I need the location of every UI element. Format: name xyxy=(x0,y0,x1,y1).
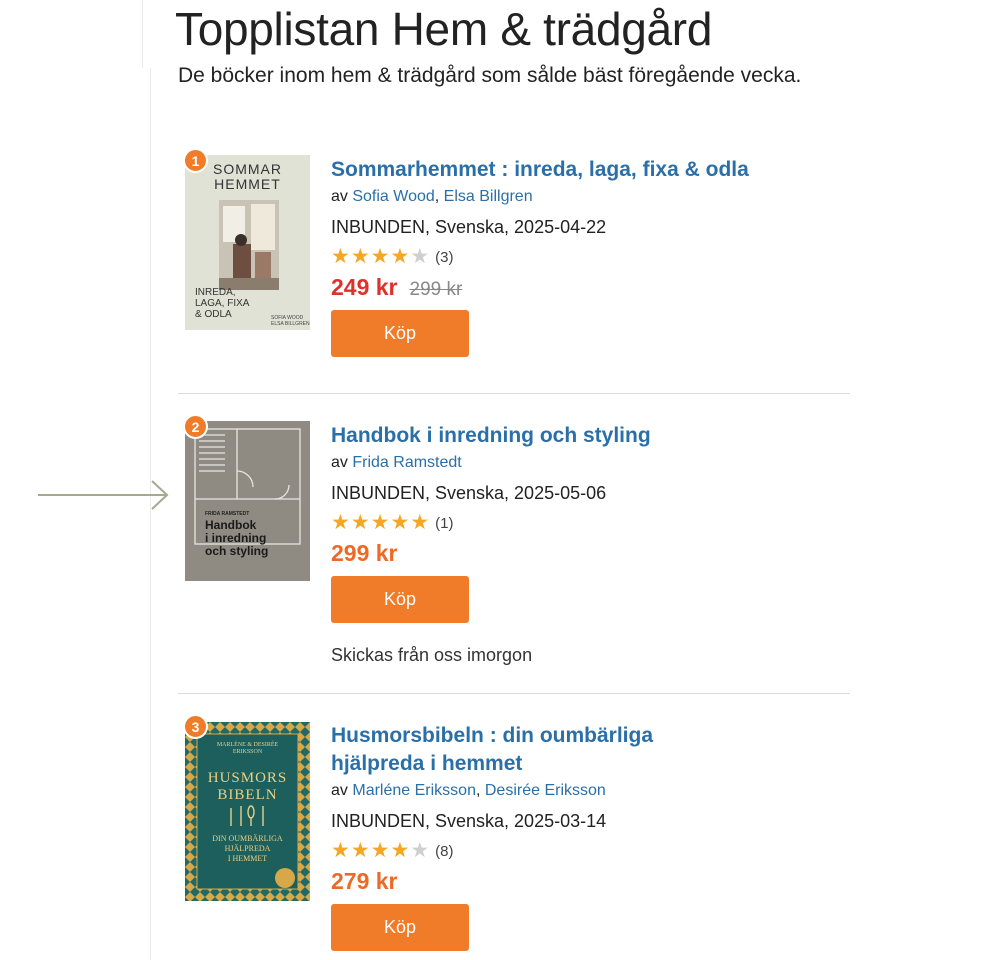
price: 279 kr xyxy=(331,868,398,894)
book-item: SOMMAR HEMMET INREDA, LAGA, FIXA & ODLA … xyxy=(178,148,850,370)
cover-author-text: SOFIA WOOD ELSA BILLGREN xyxy=(271,315,310,327)
book-authors: av Sofia Wood, Elsa Billgren xyxy=(331,188,533,205)
price: 299 kr xyxy=(331,540,398,566)
cover-subtitle-text: DIN OUMBÄRLIGA HJÄLPREDA I HEMMET xyxy=(212,834,283,863)
star-icon: ★ xyxy=(350,839,370,862)
book-title-link[interactable]: Sommarhemmet : inreda, laga, fixa & odla xyxy=(331,156,831,184)
book-format-meta: INBUNDEN, Svenska, 2025-03-14 xyxy=(331,811,607,831)
price-row: 249 kr 299 kr xyxy=(331,274,831,304)
star-icon: ★ xyxy=(390,839,410,862)
book-info: Sommarhemmet : inreda, laga, fixa & odla… xyxy=(331,156,831,357)
star-icon: ★ xyxy=(331,245,350,268)
original-price: 299 kr xyxy=(409,279,463,300)
star-icon: ★ xyxy=(370,245,390,268)
book-title-link[interactable]: Handbok i inredning och styling xyxy=(331,422,831,450)
sale-price: 249 kr xyxy=(331,274,398,300)
author-link[interactable]: Marléne Eriksson xyxy=(352,782,476,799)
delivery-info: Skickas från oss imorgon xyxy=(331,645,533,665)
page-border xyxy=(150,68,151,960)
rating-count: (3) xyxy=(435,248,454,266)
page-title: Topplistan Hem & trädgård xyxy=(175,3,713,55)
cover-photo xyxy=(219,200,279,290)
star-empty-icon: ★ xyxy=(410,839,430,862)
author-link[interactable]: Frida Ramstedt xyxy=(352,454,461,471)
rank-badge: 2 xyxy=(183,414,208,439)
rank-badge: 1 xyxy=(183,148,208,173)
author-link[interactable]: Desirée Eriksson xyxy=(485,782,606,799)
cover-title-text: Handbok i inredning och styling xyxy=(205,518,269,558)
book-format-meta: INBUNDEN, Svenska, 2025-04-22 xyxy=(331,217,607,237)
book-item: FRIDA RAMSTEDT Handbok i inredning och s… xyxy=(178,414,850,676)
price-row: 299 kr xyxy=(331,540,831,570)
rating-count: (1) xyxy=(435,514,454,532)
buy-button[interactable]: Köp xyxy=(331,310,469,357)
star-icon: ★ xyxy=(370,511,390,534)
page-subtitle: De böcker inom hem & trädgård som sålde … xyxy=(178,64,802,87)
by-label: av xyxy=(331,782,348,799)
star-icon: ★ xyxy=(390,511,410,534)
divider xyxy=(178,393,850,394)
book-format-meta: INBUNDEN, Svenska, 2025-05-06 xyxy=(331,483,607,503)
book-authors: av Marléne Eriksson, Desirée Eriksson xyxy=(331,782,606,799)
star-icon: ★ xyxy=(350,245,370,268)
star-icon: ★ xyxy=(350,511,370,534)
book-cover[interactable]: SOMMAR HEMMET INREDA, LAGA, FIXA & ODLA … xyxy=(185,155,310,330)
book-item: MARLÉNE & DESIRÉE ERIKSSON HUSMORS BIBEL… xyxy=(178,714,850,960)
star-rating: ★ ★ ★ ★ ★ (3) xyxy=(331,246,831,268)
star-icon: ★ xyxy=(390,245,410,268)
star-icon: ★ xyxy=(370,839,390,862)
by-label: av xyxy=(331,188,348,205)
price-row: 279 kr xyxy=(331,868,831,898)
book-title-link[interactable]: Husmorsbibeln : din oumbärliga hjälpreda… xyxy=(331,722,691,778)
star-icon: ★ xyxy=(410,511,430,534)
page-border-top xyxy=(142,0,143,68)
star-icon: ★ xyxy=(331,511,350,534)
divider xyxy=(178,693,850,694)
cover-author-text: MARLÉNE & DESIRÉE ERIKSSON xyxy=(216,742,279,755)
rating-count: (8) xyxy=(435,842,454,860)
star-icon: ★ xyxy=(331,839,350,862)
by-label: av xyxy=(331,454,348,471)
buy-button[interactable]: Köp xyxy=(331,904,469,951)
star-empty-icon: ★ xyxy=(410,245,430,268)
book-cover[interactable]: MARLÉNE & DESIRÉE ERIKSSON HUSMORS BIBEL… xyxy=(185,722,310,901)
book-cover[interactable]: FRIDA RAMSTEDT Handbok i inredning och s… xyxy=(185,421,310,581)
cover-title-text: HUSMORS BIBELN xyxy=(207,770,288,803)
buy-button[interactable]: Köp xyxy=(331,576,469,623)
arrow-right-icon xyxy=(38,480,169,510)
rank-badge: 3 xyxy=(183,714,208,739)
cover-author-text: FRIDA RAMSTEDT xyxy=(205,511,250,517)
book-info: Handbok i inredning och styling av Frida… xyxy=(331,422,831,666)
author-link[interactable]: Sofia Wood xyxy=(352,188,434,205)
book-authors: av Frida Ramstedt xyxy=(331,453,831,473)
book-info: Husmorsbibeln : din oumbärliga hjälpreda… xyxy=(331,722,831,951)
author-link[interactable]: Elsa Billgren xyxy=(444,188,533,205)
cover-subtitle-text: INREDA, LAGA, FIXA & ODLA xyxy=(195,287,250,320)
star-rating: ★ ★ ★ ★ ★ (8) xyxy=(331,840,831,862)
star-rating: ★ ★ ★ ★ ★ (1) xyxy=(331,512,831,534)
